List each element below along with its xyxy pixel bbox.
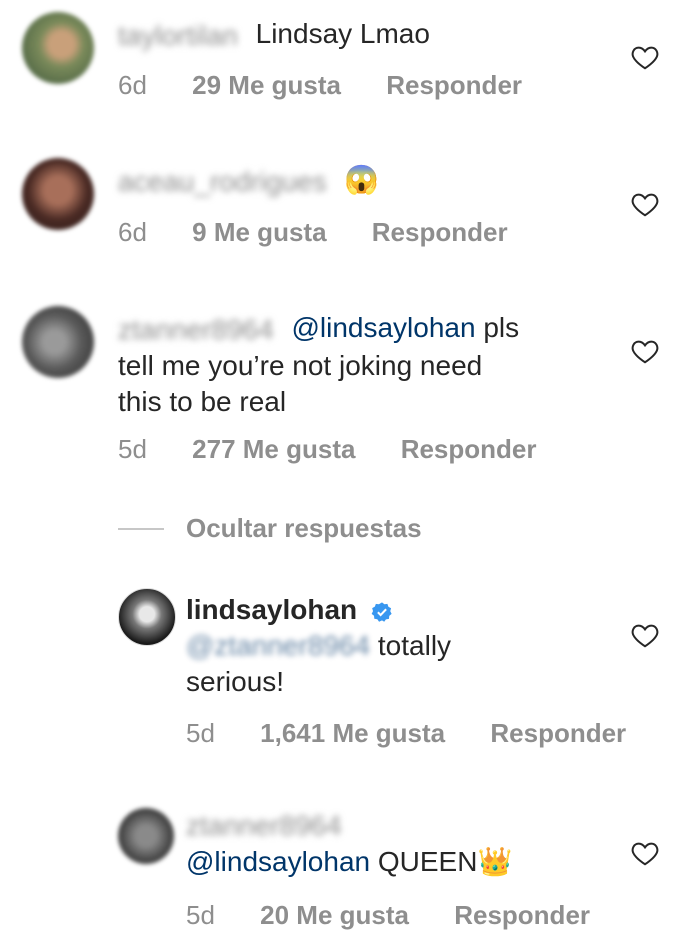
- heart-icon[interactable]: [630, 838, 660, 868]
- username[interactable]: ztanner8964: [118, 312, 274, 348]
- comment-text: this to be real: [118, 385, 287, 417]
- avatar[interactable]: [22, 158, 94, 230]
- avatar[interactable]: [118, 588, 176, 646]
- replies-divider: [118, 528, 164, 530]
- mention-link[interactable]: @ztanner8964: [186, 630, 370, 661]
- username[interactable]: ztanner8964: [186, 808, 342, 844]
- comment-meta: 5d 20 Me gusta Responder: [186, 900, 628, 931]
- avatar[interactable]: [22, 12, 94, 84]
- comment-text: QUEEN: [370, 845, 478, 877]
- reply-button[interactable]: Responder: [372, 217, 508, 248]
- likes-count[interactable]: 29 Me gusta: [192, 70, 341, 101]
- comment-body: ztanner8964 @lindsaylohan QUEEN👑: [186, 806, 512, 880]
- avatar[interactable]: [22, 306, 94, 378]
- mention-link[interactable]: @lindsaylohan: [291, 312, 475, 343]
- avatar[interactable]: [118, 808, 174, 864]
- comment-text: pls: [475, 312, 520, 343]
- comment-age: 6d: [118, 217, 147, 247]
- comment-age: 5d: [118, 434, 147, 464]
- comment-body: aceau_rodrigues 😱: [118, 162, 379, 200]
- comment-meta: 5d 277 Me gusta Responder: [118, 434, 575, 465]
- comment-meta: 5d 1,641 Me gusta Responder: [186, 718, 664, 749]
- comment-body: taylortilan Lindsay Lmao: [118, 16, 430, 54]
- heart-icon[interactable]: [630, 189, 660, 219]
- username[interactable]: aceau_rodrigues: [118, 164, 327, 200]
- likes-count[interactable]: 9 Me gusta: [192, 217, 326, 248]
- heart-icon[interactable]: [630, 336, 660, 366]
- verified-badge-icon: [371, 601, 392, 622]
- comment-text: tell me you’re not joking need: [118, 349, 483, 381]
- comment-age: 5d: [186, 900, 215, 930]
- comment-text: totally: [370, 630, 452, 661]
- comment-body: lindsaylohan @ztanner8964 totally seriou…: [186, 592, 451, 700]
- reply-button[interactable]: Responder: [490, 718, 626, 749]
- username[interactable]: lindsaylohan: [186, 594, 357, 625]
- reply-button[interactable]: Responder: [454, 900, 590, 931]
- mention-link[interactable]: @lindsaylohan: [186, 846, 370, 877]
- heart-icon[interactable]: [630, 42, 660, 72]
- comment-text: serious!: [186, 666, 285, 697]
- hide-replies-button[interactable]: Ocultar respuestas: [186, 513, 422, 544]
- reply-button[interactable]: Responder: [386, 70, 522, 101]
- username[interactable]: taylortilan: [118, 18, 238, 54]
- reply-button[interactable]: Responder: [401, 434, 537, 465]
- likes-count[interactable]: 277 Me gusta: [192, 434, 355, 465]
- heart-icon[interactable]: [630, 620, 660, 650]
- crown-emoji: 👑: [477, 845, 513, 877]
- comment-meta: 6d 29 Me gusta Responder: [118, 70, 560, 101]
- face-screaming-emoji: 😱: [344, 164, 380, 195]
- comment-age: 5d: [186, 718, 215, 748]
- comment-meta: 6d 9 Me gusta Responder: [118, 217, 546, 248]
- comment-text: Lindsay Lmao: [255, 18, 430, 49]
- likes-count[interactable]: 1,641 Me gusta: [260, 718, 445, 749]
- comment-body: ztanner8964 @lindsaylohan pls tell me yo…: [118, 310, 519, 420]
- likes-count[interactable]: 20 Me gusta: [260, 900, 409, 931]
- comment-age: 6d: [118, 70, 147, 100]
